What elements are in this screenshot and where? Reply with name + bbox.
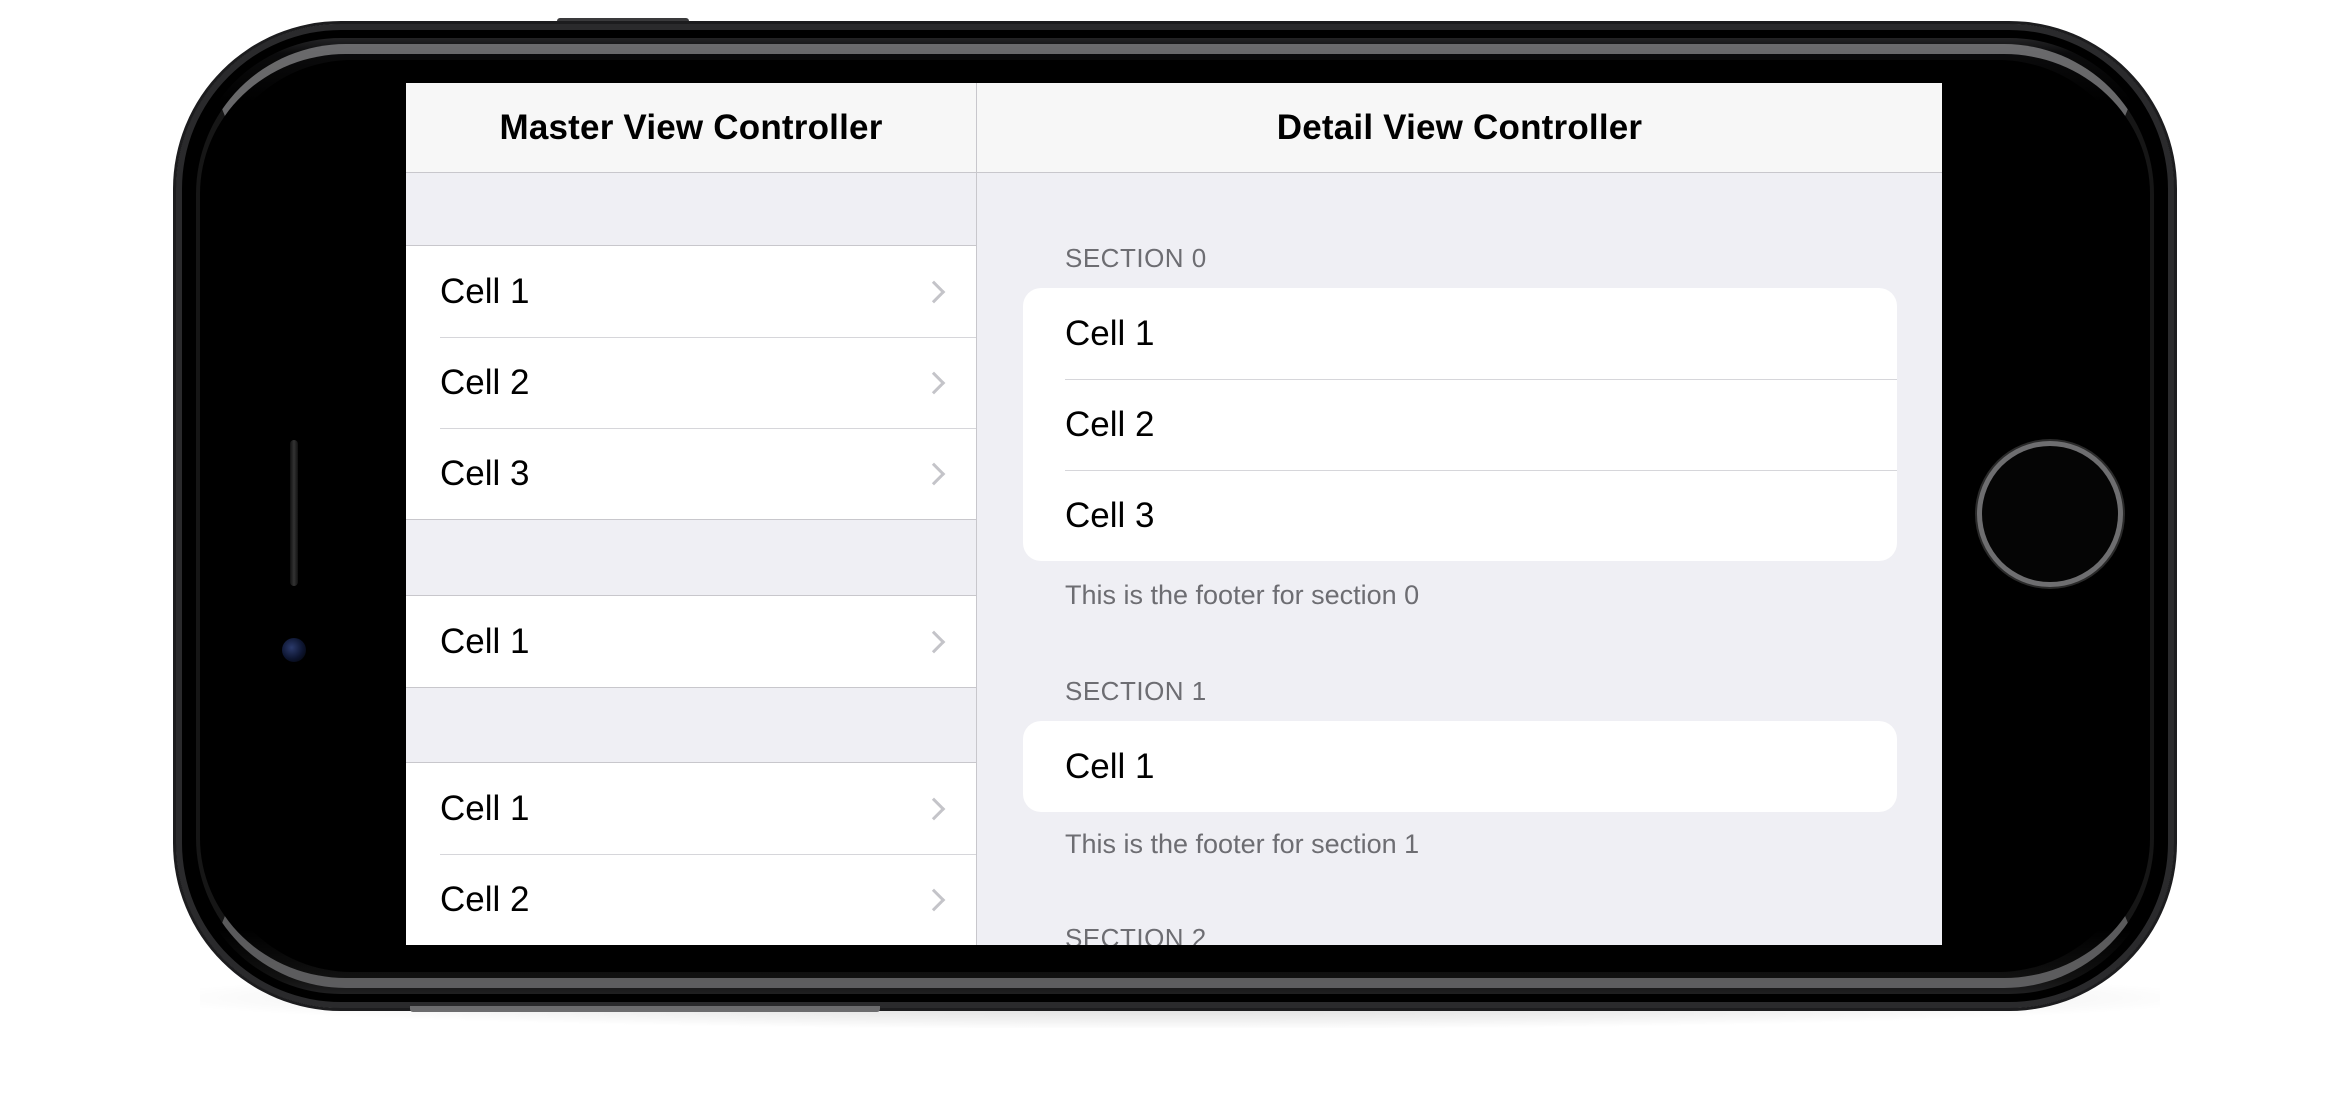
cell-label: Cell 2 <box>440 879 530 919</box>
cell-label: Cell 2 <box>440 362 530 402</box>
section-header: SECTION 0 <box>1065 243 1207 273</box>
home-button[interactable] <box>1982 446 2118 582</box>
master-cell[interactable]: Cell 1 <box>406 596 976 687</box>
master-section-0: Cell 1 Cell 2 Cell 3 <box>406 245 976 520</box>
detail-cell[interactable]: Cell 1 <box>1023 721 1897 812</box>
detail-title: Detail View Controller <box>1276 107 1643 147</box>
chevron-right-icon <box>922 630 946 653</box>
master-section-1: Cell 1 <box>406 595 976 688</box>
chevron-right-icon <box>922 371 946 394</box>
cell-label: Cell 2 <box>1065 404 1155 444</box>
detail-navigation-bar: Detail View Controller <box>977 83 1942 173</box>
volume-edge <box>410 1006 880 1012</box>
chevron-right-icon <box>922 462 946 485</box>
master-cell[interactable]: Cell 2 <box>406 854 976 945</box>
master-cell[interactable]: Cell 1 <box>406 763 976 854</box>
cell-label: Cell 1 <box>440 271 530 311</box>
master-cell[interactable]: Cell 1 <box>406 246 976 337</box>
section-footer: This is the footer for section 1 <box>1065 829 1420 859</box>
cell-label: Cell 1 <box>440 621 530 661</box>
section-header: SECTION 2 <box>1065 923 1207 945</box>
chevron-right-icon <box>922 797 946 820</box>
chevron-right-icon <box>922 280 946 303</box>
cell-label: Cell 1 <box>440 788 530 828</box>
section-footer: This is the footer for section 0 <box>1065 580 1420 610</box>
section-header: SECTION 1 <box>1065 676 1207 706</box>
master-view: Master View Controller Cell 1 Cell 2 Cel… <box>406 83 976 945</box>
master-section-2: Cell 1 Cell 2 <box>406 762 976 945</box>
cell-label: Cell 1 <box>1065 313 1155 353</box>
device-screen: Master View Controller Cell 1 Cell 2 Cel… <box>406 83 1942 945</box>
detail-cell[interactable]: Cell 3 <box>1023 470 1897 561</box>
detail-view: Detail View Controller SECTION 0 Cell 1 … <box>977 83 1942 945</box>
master-navigation-bar: Master View Controller <box>406 83 976 173</box>
master-title: Master View Controller <box>499 107 883 147</box>
detail-cell[interactable]: Cell 2 <box>1023 379 1897 470</box>
device-stage: Master View Controller Cell 1 Cell 2 Cel… <box>0 0 2352 1104</box>
cell-label: Cell 3 <box>440 453 530 493</box>
master-cell[interactable]: Cell 2 <box>406 337 976 428</box>
master-cell[interactable]: Cell 3 <box>406 428 976 519</box>
detail-section-1: Cell 1 <box>1023 721 1897 812</box>
front-camera-icon <box>282 638 306 662</box>
cell-label: Cell 3 <box>1065 495 1155 535</box>
chevron-right-icon <box>922 888 946 911</box>
cell-label: Cell 1 <box>1065 746 1155 786</box>
speaker-slit <box>290 440 298 586</box>
detail-section-0: Cell 1 Cell 2 Cell 3 <box>1023 288 1897 561</box>
detail-cell[interactable]: Cell 1 <box>1023 288 1897 379</box>
